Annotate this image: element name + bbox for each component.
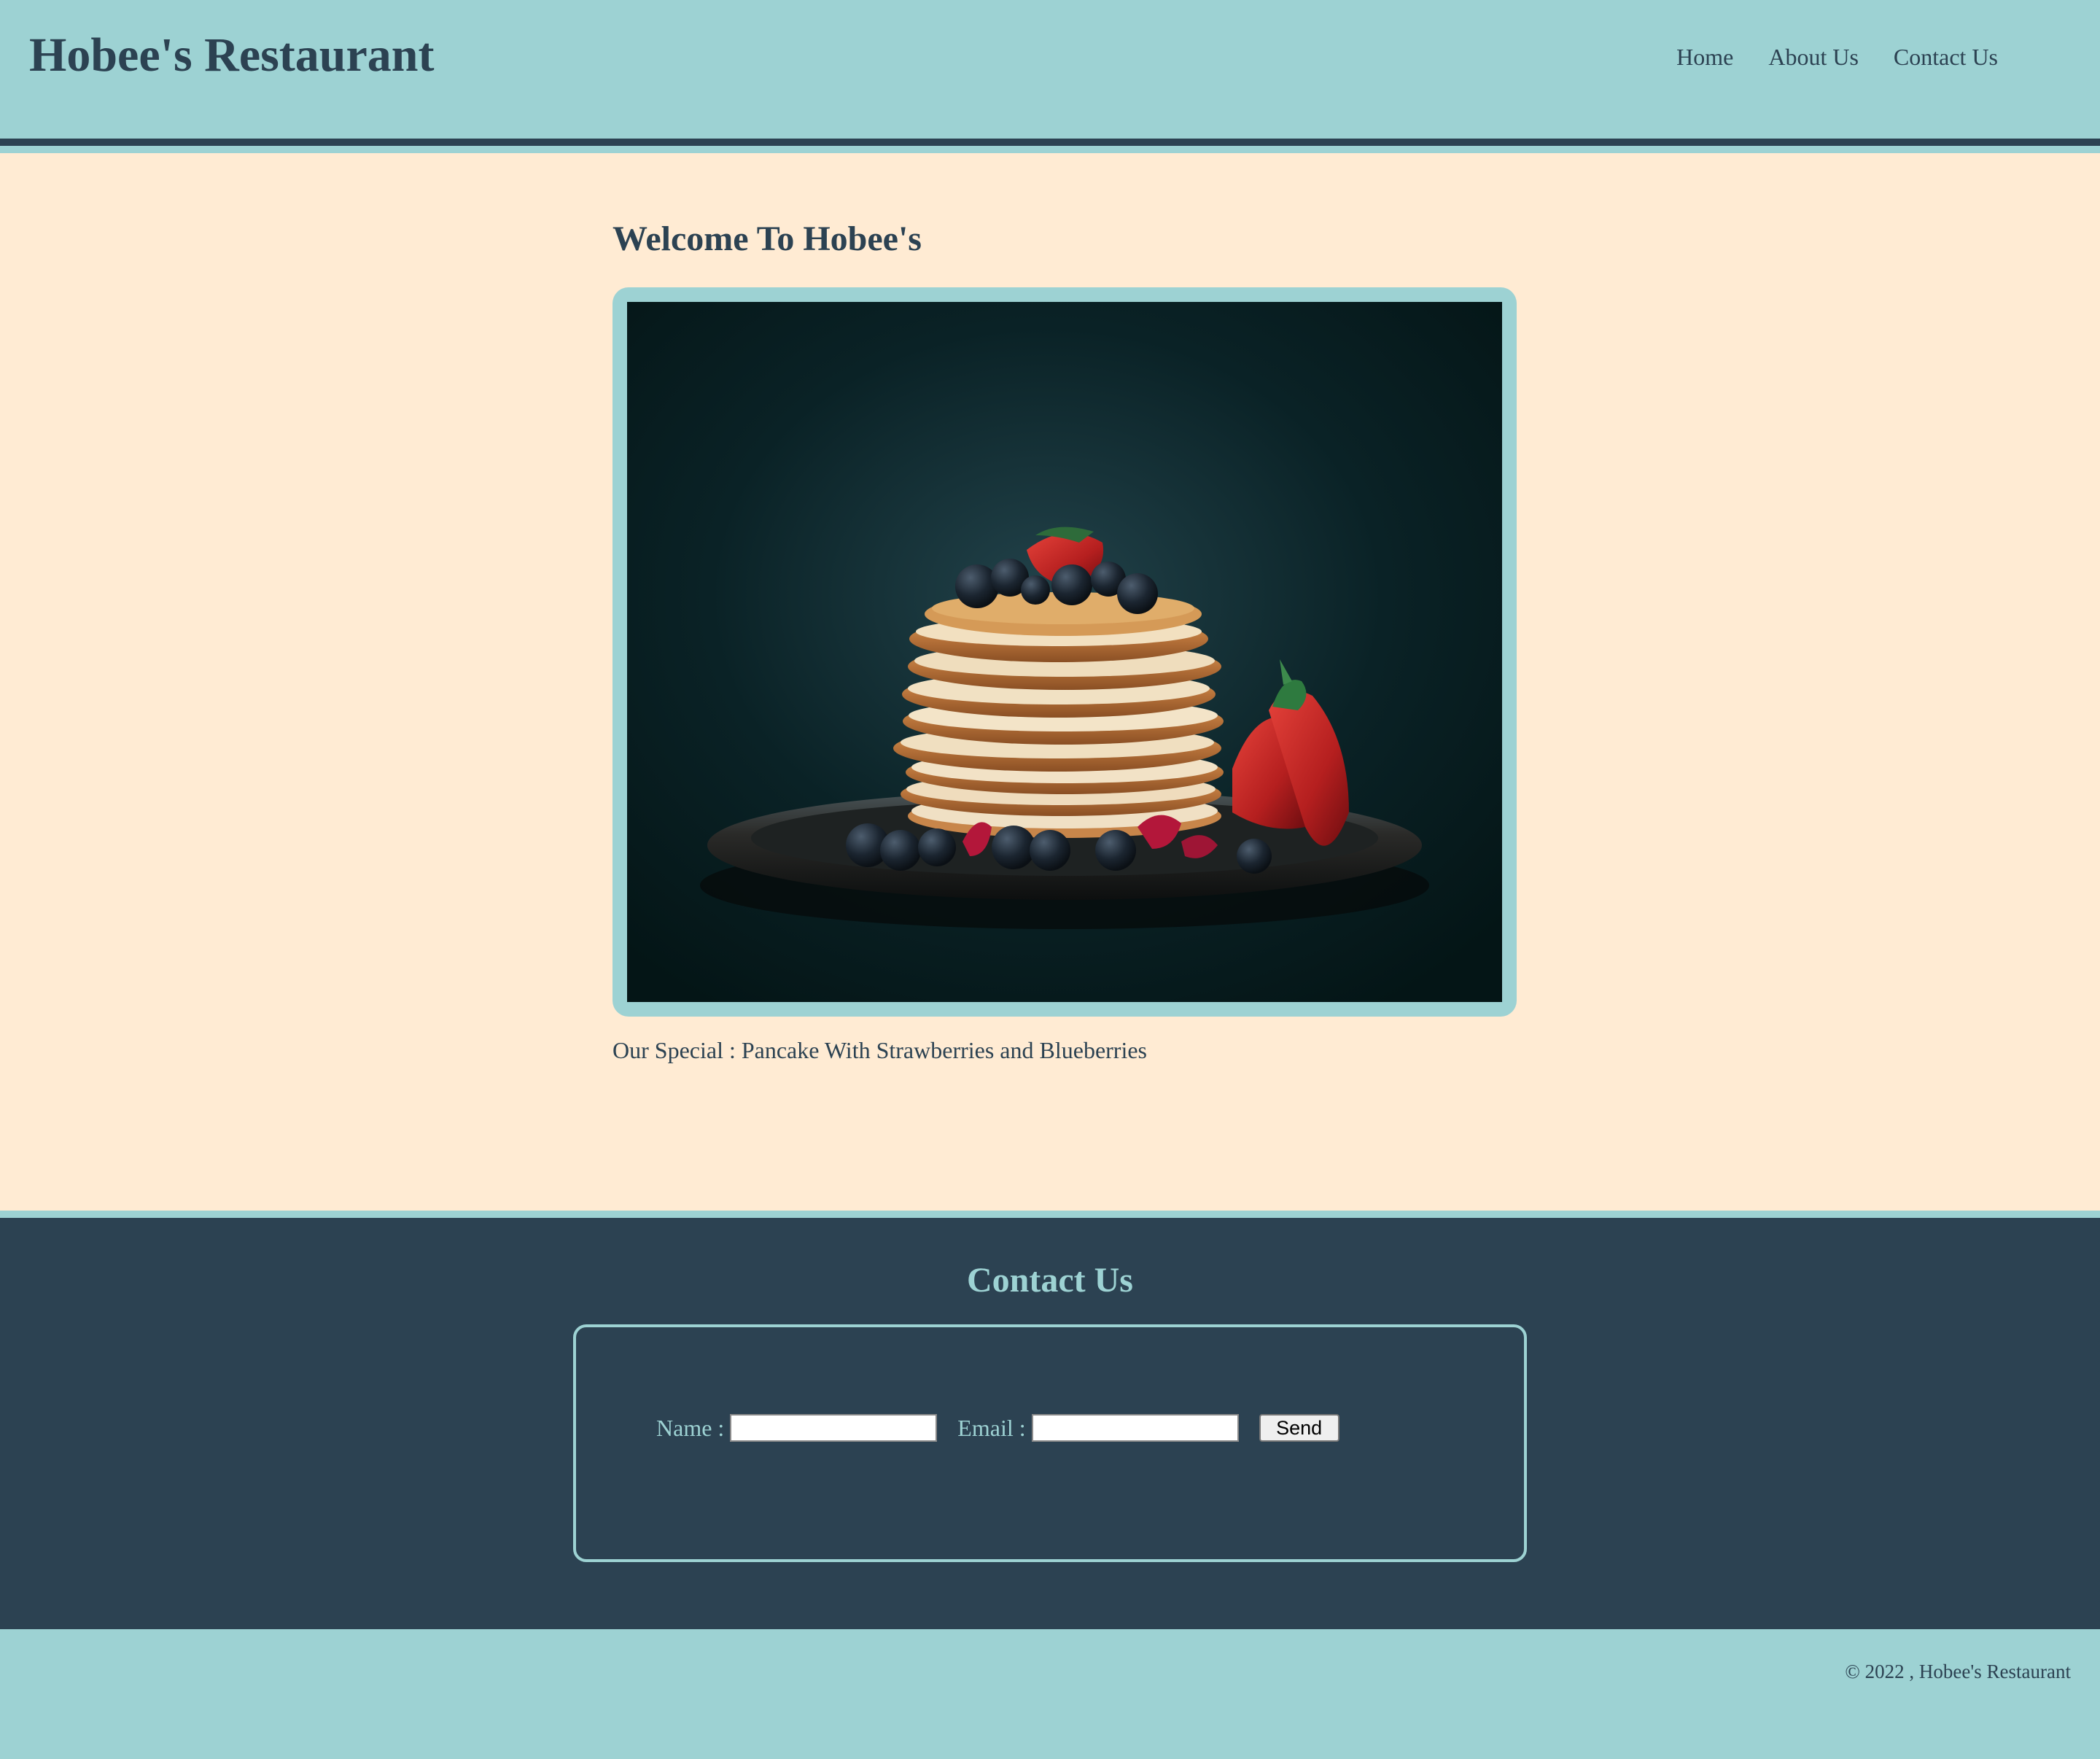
main-content: Welcome To Hobee's Our Special: Pancake… [0,153,2100,1211]
name-input[interactable] [730,1414,938,1442]
site-title: Hobee's Restaurant [29,28,435,82]
name-label: Name : [656,1415,725,1441]
send-button[interactable]: Send [1259,1414,1339,1442]
contact-heading: Contact Us [967,1261,1133,1300]
contact-form: Name : Email : Send [656,1413,1339,1442]
site-header: Hobee's Restaurant Home About Us Contact… [0,0,2100,146]
welcome-heading: Welcome To Hobee's [612,220,922,258]
email-input[interactable] [1031,1414,1239,1442]
copyright-text: © 2022 , Hobee's Restaurant [1845,1661,2071,1682]
main-nav: Home About Us Contact Us [1676,39,1998,74]
site-footer: © 2022 , Hobee's Restaurant [0,1629,2100,1759]
photo-frame [612,287,1517,1017]
pancake-photo [627,302,1502,1002]
pancake-stack [893,592,1224,838]
email-label: Email : [957,1415,1026,1441]
contact-form-box: Name : Email : Send [573,1324,1527,1562]
special-caption: Our Special : Pancake With Strawberries … [612,1037,1147,1063]
nav-about-link[interactable]: About Us [1768,39,1859,74]
nav-contact-link[interactable]: Contact Us [1894,39,1998,74]
nav-home-link[interactable]: Home [1676,39,1733,74]
contact-section: Contact Us Name : Email : Send [0,1211,2100,1629]
